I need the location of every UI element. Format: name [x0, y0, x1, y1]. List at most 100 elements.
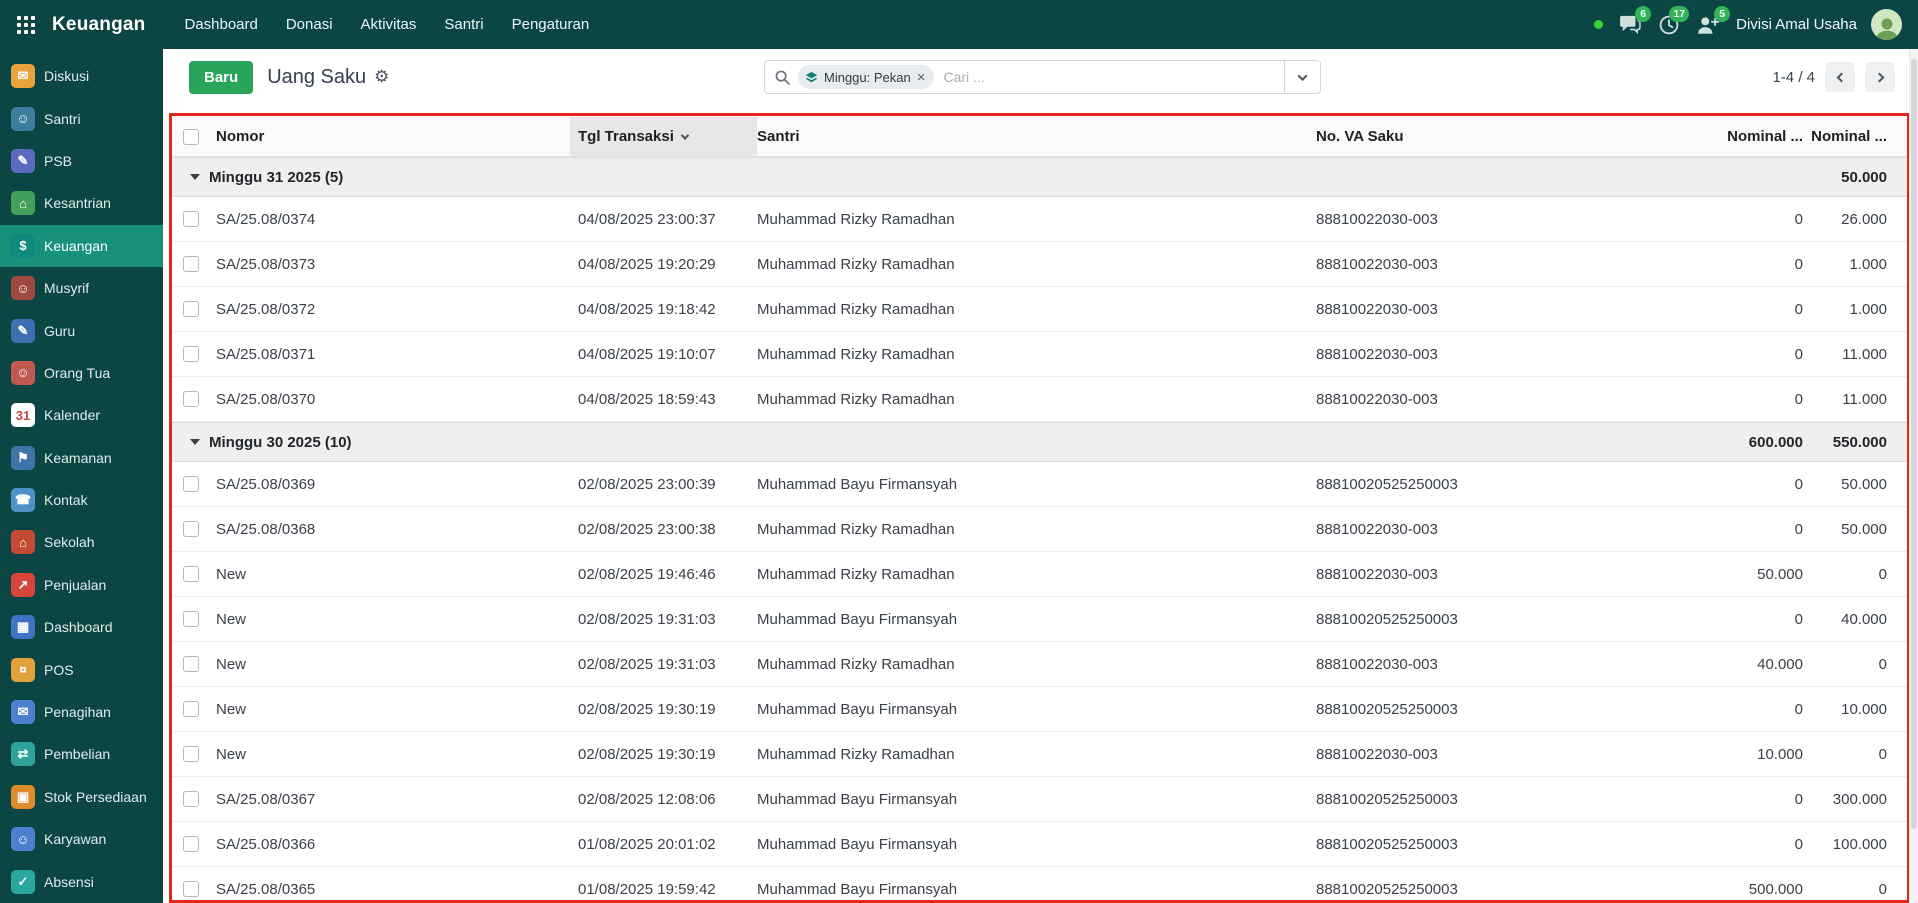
column-header-nominal-2[interactable]: Nominal ... [1811, 128, 1907, 145]
scrollbar-thumb[interactable] [1911, 59, 1917, 829]
sidebar-item-karyawan[interactable]: ☺Karyawan [0, 818, 163, 860]
row-checkbox[interactable] [183, 881, 199, 897]
table-row[interactable]: New02/08/2025 19:31:03Muhammad Bayu Firm… [172, 597, 1907, 642]
cell-santri: Muhammad Bayu Firmansyah [757, 701, 1316, 718]
search-bar[interactable]: Minggu: Pekan × [764, 60, 1321, 94]
sidebar-item-guru[interactable]: ✎Guru [0, 309, 163, 351]
sidebar-item-pembelian[interactable]: ⇄Pembelian [0, 733, 163, 775]
inventory-icon: ▣ [11, 785, 35, 809]
table-row[interactable]: New02/08/2025 19:46:46Muhammad Rizky Ram… [172, 552, 1907, 597]
sidebar-item-keamanan[interactable]: ⚑Keamanan [0, 437, 163, 479]
filter-chip[interactable]: Minggu: Pekan × [798, 65, 934, 89]
select-all-checkbox[interactable] [183, 129, 199, 145]
table-row[interactable]: SA/25.08/037104/08/2025 19:10:07Muhammad… [172, 332, 1907, 377]
sidebar-item-label: Santri [44, 111, 81, 127]
row-checkbox[interactable] [183, 346, 199, 362]
avatar[interactable] [1871, 9, 1902, 40]
row-checkbox[interactable] [183, 701, 199, 717]
search-input[interactable] [934, 69, 1285, 85]
sidebar-item-kontak[interactable]: ☎Kontak [0, 479, 163, 521]
cell-tgl-transaksi: 02/08/2025 23:00:38 [578, 521, 757, 538]
topbar-menu-santri[interactable]: Santri [431, 9, 496, 40]
cell-nomor: New [216, 656, 578, 673]
group-row[interactable]: Minggu 30 2025 (10)600.000550.000 [172, 422, 1907, 462]
table-row[interactable]: SA/25.08/036802/08/2025 23:00:38Muhammad… [172, 507, 1907, 552]
topbar-menu-dashboard[interactable]: Dashboard [171, 9, 270, 40]
table-row[interactable]: SA/25.08/037404/08/2025 23:00:37Muhammad… [172, 197, 1907, 242]
sidebar-item-dashboard[interactable]: ▦Dashboard [0, 606, 163, 648]
sidebar-item-penjualan[interactable]: ↗Penjualan [0, 564, 163, 606]
topbar-right: 6 17 5 Divisi Amal Usaha [1594, 9, 1918, 40]
messages-button[interactable]: 6 [1617, 11, 1643, 38]
row-checkbox[interactable] [183, 656, 199, 672]
table-row[interactable]: SA/25.08/036601/08/2025 20:01:02Muhammad… [172, 822, 1907, 867]
topbar-menu-pengaturan[interactable]: Pengaturan [499, 9, 603, 40]
user-menu[interactable]: Divisi Amal Usaha [1736, 16, 1857, 33]
remove-filter-icon[interactable]: × [917, 70, 926, 85]
topbar-menu-aktivitas[interactable]: Aktivitas [348, 9, 430, 40]
activities-button[interactable]: 17 [1657, 11, 1681, 39]
table-row[interactable]: New02/08/2025 19:30:19Muhammad Bayu Firm… [172, 687, 1907, 732]
row-checkbox[interactable] [183, 521, 199, 537]
sidebar-item-orang-tua[interactable]: ☺Orang Tua [0, 352, 163, 394]
new-record-button[interactable]: Baru [189, 61, 253, 94]
table-row[interactable]: SA/25.08/036702/08/2025 12:08:06Muhammad… [172, 777, 1907, 822]
column-header-tgl-transaksi[interactable]: Tgl Transaksi [570, 117, 757, 156]
sidebar-item-sekolah[interactable]: ⌂Sekolah [0, 521, 163, 563]
table-row[interactable]: New02/08/2025 19:30:19Muhammad Rizky Ram… [172, 732, 1907, 777]
table-row[interactable]: SA/25.08/037204/08/2025 19:18:42Muhammad… [172, 287, 1907, 332]
sidebar-item-stok-persediaan[interactable]: ▣Stok Persediaan [0, 776, 163, 818]
sidebar-item-pos[interactable]: ¤POS [0, 648, 163, 690]
cell-santri: Muhammad Rizky Ramadhan [757, 301, 1316, 318]
sidebar-item-kesantrian[interactable]: ⌂Kesantrian [0, 182, 163, 224]
cell-nominal-1: 0 [1716, 791, 1811, 808]
cell-nomor: SA/25.08/0372 [216, 301, 578, 318]
cell-tgl-transaksi: 01/08/2025 19:59:42 [578, 881, 757, 898]
table-row[interactable]: SA/25.08/037004/08/2025 18:59:43Muhammad… [172, 377, 1907, 422]
sidebar-item-diskusi[interactable]: ✉Diskusi [0, 55, 163, 97]
cell-nomor: New [216, 701, 578, 718]
row-checkbox[interactable] [183, 746, 199, 762]
table-row[interactable]: SA/25.08/036501/08/2025 19:59:42Muhammad… [172, 867, 1907, 903]
apps-menu-button[interactable] [0, 0, 52, 49]
messages-badge: 6 [1635, 6, 1651, 22]
sidebar-item-keuangan[interactable]: $Keuangan [0, 225, 163, 267]
users-button[interactable]: 5 [1695, 11, 1722, 39]
row-checkbox[interactable] [183, 476, 199, 492]
table-row[interactable]: SA/25.08/036902/08/2025 23:00:39Muhammad… [172, 462, 1907, 507]
search-dropdown-toggle[interactable] [1284, 61, 1320, 93]
table-row[interactable]: New02/08/2025 19:31:03Muhammad Rizky Ram… [172, 642, 1907, 687]
cell-va-saku: 88810022030-003 [1316, 256, 1716, 273]
caret-down-icon [190, 439, 200, 445]
cell-va-saku: 88810022030-003 [1316, 301, 1716, 318]
row-checkbox[interactable] [183, 211, 199, 227]
sidebar-item-penagihan[interactable]: ✉Penagihan [0, 691, 163, 733]
row-checkbox[interactable] [183, 391, 199, 407]
pager-next-button[interactable] [1865, 62, 1895, 92]
sidebar-item-absensi[interactable]: ✓Absensi [0, 860, 163, 902]
sidebar-item-santri[interactable]: ☺Santri [0, 97, 163, 139]
sidebar-item-kalender[interactable]: 31Kalender [0, 394, 163, 436]
column-header-nominal-1[interactable]: Nominal ... [1716, 128, 1811, 145]
column-header-nomor[interactable]: Nomor [216, 128, 578, 145]
row-checkbox[interactable] [183, 836, 199, 852]
gear-icon[interactable]: ⚙ [374, 67, 389, 87]
table-row[interactable]: SA/25.08/037304/08/2025 19:20:29Muhammad… [172, 242, 1907, 287]
group-row[interactable]: Minggu 31 2025 (5)50.000 [172, 157, 1907, 197]
column-header-va-saku[interactable]: No. VA Saku [1316, 128, 1716, 145]
row-checkbox[interactable] [183, 791, 199, 807]
sidebar-item-musyrif[interactable]: ☺Musyrif [0, 267, 163, 309]
pager-previous-button[interactable] [1825, 62, 1855, 92]
row-checkbox[interactable] [183, 301, 199, 317]
group-label-text: Minggu 31 2025 (5) [209, 169, 343, 186]
sidebar-item-psb[interactable]: ✎PSB [0, 140, 163, 182]
row-checkbox[interactable] [183, 566, 199, 582]
scrollbar[interactable] [1909, 49, 1918, 903]
row-checkbox[interactable] [183, 256, 199, 272]
topbar-menu-donasi[interactable]: Donasi [273, 9, 346, 40]
row-checkbox[interactable] [183, 611, 199, 627]
cell-santri: Muhammad Rizky Ramadhan [757, 746, 1316, 763]
column-header-santri[interactable]: Santri [757, 128, 1316, 145]
cell-nomor: SA/25.08/0369 [216, 476, 578, 493]
cell-nomor: New [216, 611, 578, 628]
